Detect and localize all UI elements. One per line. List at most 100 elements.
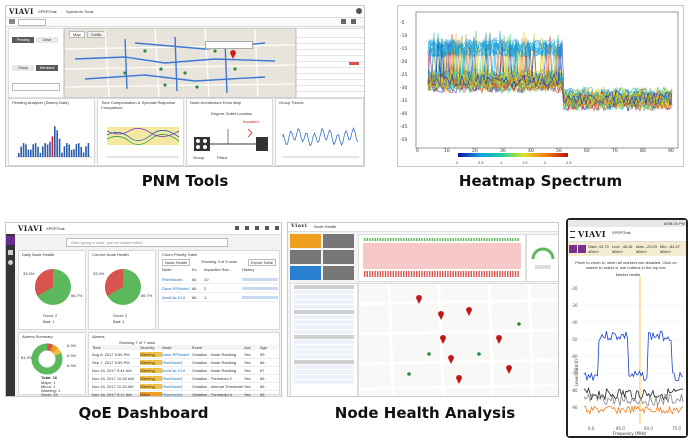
alarm-node[interactable]: AnxtCal-10-6: [162, 368, 192, 373]
kpi-tile[interactable]: [290, 266, 321, 280]
issue-list-item[interactable]: [294, 320, 354, 324]
issue-list-item[interactable]: [294, 325, 354, 329]
hint-text: Pinch to zoom in, when all markers are d…: [575, 260, 677, 270]
col-node[interactable]: Node: [162, 267, 192, 273]
issue-list-item[interactable]: [294, 375, 354, 379]
issue-list-item[interactable]: [294, 355, 354, 359]
group-button[interactable]: Group: [12, 65, 34, 71]
timeline-bar: [400, 271, 402, 277]
issue-list-item[interactable]: [294, 345, 354, 349]
kpi-tile[interactable]: [323, 250, 354, 264]
alarm-node[interactable]: FiberNode1: [162, 384, 192, 389]
mobile-xtick: 0.0: [588, 426, 595, 431]
issue-list-item[interactable]: [294, 370, 354, 374]
user-icon[interactable]: [275, 226, 279, 230]
daily-node-health-card: Daily Node Health 33.3% 66.7% Good: 2 Ba…: [18, 250, 86, 330]
timeline-ok: [429, 238, 431, 241]
help-icon[interactable]: [351, 19, 356, 24]
col-age[interactable]: Age: [260, 345, 276, 350]
pending-button[interactable]: Pending: [12, 37, 34, 43]
kpi-tile[interactable]: [323, 266, 354, 280]
col-ex[interactable]: Ex: [192, 267, 204, 273]
map-view[interactable]: Map Traffic: [64, 28, 296, 98]
timeline-bar: [371, 271, 374, 277]
churn-row[interactable]: FiberNode1 66 10: [162, 275, 278, 284]
issue-list-item[interactable]: [294, 285, 354, 289]
col-severity[interactable]: Severity: [140, 345, 162, 350]
issue-list-item[interactable]: [294, 295, 354, 299]
alarm-event: Violation - Node Ranking: [192, 368, 237, 373]
issue-list-item[interactable]: [294, 315, 354, 319]
kpi-tile[interactable]: [290, 234, 321, 248]
col-event[interactable]: Event: [192, 345, 244, 350]
issue-list-item[interactable]: [294, 340, 354, 344]
col-impacted[interactable]: Impacted Sub...: [204, 267, 242, 273]
kpi-tile[interactable]: [290, 250, 321, 264]
alarm-node[interactable]: FiberNode1: [162, 392, 192, 396]
alert-icon[interactable]: [235, 226, 239, 230]
heat-ytick: -45: [400, 124, 407, 130]
timeline-ok: [382, 238, 384, 241]
node-selector[interactable]: [18, 19, 46, 26]
alarm-age: 67: [260, 368, 265, 373]
issue-list-item[interactable]: [294, 305, 354, 309]
menu-icon[interactable]: [570, 231, 575, 238]
nav-help-icon[interactable]: [8, 260, 13, 265]
export-button[interactable]: Export Table: [247, 259, 276, 266]
alarm-row[interactable]: Nov 15, 2017 9:41 AM Warning AnxtCal-10-6 V…: [92, 367, 278, 375]
search-input[interactable]: Start typing a node, port or modem MAC: [66, 238, 228, 247]
node-map[interactable]: [358, 283, 558, 396]
nav-dashboard-icon[interactable]: [6, 236, 15, 245]
nav-tools-icon[interactable]: [8, 250, 13, 255]
churn-row[interactable]: AnxtCal-10-6 66 1: [162, 293, 278, 302]
card-title: Alarms Summary: [22, 334, 53, 339]
col-ack[interactable]: Ack: [244, 345, 260, 350]
alarm-row[interactable]: Sep 7, 2017 5:59 PM Warning FiberNode1 Viol…: [92, 359, 278, 367]
gear-icon[interactable]: [245, 226, 249, 230]
row-node[interactable]: AnxtCal-10-6: [162, 295, 192, 300]
issue-list-item[interactable]: [294, 380, 354, 384]
settings-icon[interactable]: [341, 19, 346, 24]
issue-list-item[interactable]: [294, 350, 354, 354]
mobile-xlabel: Frequency (MHz): [613, 431, 647, 436]
link-icon[interactable]: [265, 226, 269, 230]
issue-list-item[interactable]: [294, 310, 354, 314]
alarm-node[interactable]: FiberNode1: [162, 376, 192, 381]
alarm-row[interactable]: Aug 8, 2017 5:56 PM Warning Dave-RFNode1 Vi…: [92, 351, 278, 359]
col-history[interactable]: History: [242, 267, 278, 273]
churn-row[interactable]: Dave-RFNode1 66 2: [162, 284, 278, 293]
timeline-ok: [442, 238, 444, 241]
caption-heatmap: Heatmap Spectrum: [458, 172, 623, 190]
members-button[interactable]: Members: [36, 65, 58, 71]
channel-select[interactable]: [12, 83, 60, 91]
alarm-node[interactable]: Dave-RFNode1: [162, 352, 192, 357]
settings-icon[interactable]: [255, 226, 259, 230]
churn-filter[interactable]: Node Health: [162, 259, 191, 266]
power-icon[interactable]: [356, 8, 362, 14]
col-time[interactable]: Time: [92, 345, 140, 350]
kpi-tile[interactable]: [323, 234, 354, 248]
prev-button[interactable]: [569, 245, 577, 253]
issue-list-item[interactable]: [294, 360, 354, 364]
alarm-row[interactable]: Nov 16, 2017 5:17 AM Major FiberNode1 Viola…: [92, 391, 278, 396]
issue-list-item[interactable]: [294, 290, 354, 294]
timeline-bar: [413, 271, 415, 277]
timeline-bar: [436, 271, 439, 277]
issue-list-item[interactable]: [294, 300, 354, 304]
menu-icon[interactable]: [9, 19, 15, 24]
sweep-bar: [78, 143, 80, 157]
clear-button[interactable]: Clear: [36, 37, 58, 43]
col-node[interactable]: Node: [162, 345, 192, 350]
alarms-donut: [31, 343, 63, 375]
play-button[interactable]: [578, 245, 586, 253]
issue-list-item[interactable]: [294, 335, 354, 339]
alarm-row[interactable]: Nov 15, 2017 10:42 AM Warning FiberNode1 Vi…: [92, 375, 278, 383]
issue-list-item[interactable]: [294, 365, 354, 369]
alarm-row[interactable]: Nov 15, 2017 11:15 AM Warning FiberNode1 Vi…: [92, 383, 278, 391]
row-node[interactable]: FiberNode1: [162, 277, 192, 282]
alarm-node[interactable]: FiberNode1: [162, 360, 192, 365]
timeline-ok: [371, 238, 374, 241]
row-node[interactable]: Dave-RFNode1: [162, 286, 192, 291]
alarm-event: Violation - Node Ranking: [192, 352, 237, 357]
issue-list-item[interactable]: [294, 330, 354, 334]
